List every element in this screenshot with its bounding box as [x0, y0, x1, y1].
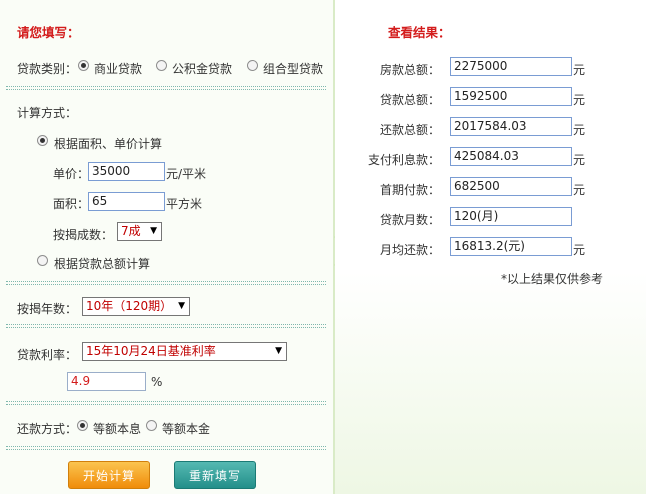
years-select[interactable]: 10年（120期） ▼ — [82, 297, 190, 316]
separator — [6, 86, 326, 90]
repay-radio-equal-principal[interactable] — [146, 420, 157, 431]
repay-label: 还款方式： — [17, 422, 78, 436]
result-monthly-field[interactable]: 16813.2(元) — [450, 237, 572, 256]
form-title: 请您填写： — [17, 25, 80, 40]
result-label-interest: 支付利息款： — [367, 153, 440, 167]
separator — [6, 324, 326, 328]
result-note: *以上结果仅供参考 — [501, 272, 604, 286]
calc-method-label: 计算方式： — [17, 106, 78, 120]
dropdown-arrow-icon: ▼ — [178, 301, 185, 311]
result-label-monthly: 月均还款： — [379, 243, 440, 257]
area-input[interactable]: 65 — [88, 192, 165, 211]
rate-select[interactable]: 15年10月24日基准利率 ▼ — [82, 342, 287, 361]
reset-form-button[interactable]: 重新填写 — [174, 461, 256, 489]
calc-method-radio-total[interactable] — [37, 255, 48, 266]
loan-type-commercial-label[interactable]: 商业贷款 — [94, 60, 142, 77]
calc-method-total-label[interactable]: 根据贷款总额计算 — [54, 255, 150, 272]
area-unit: 平方米 — [166, 197, 203, 211]
unit-price-input[interactable]: 35000 — [88, 162, 165, 181]
calc-method-area-label[interactable]: 根据面积、单价计算 — [54, 135, 162, 152]
start-calculate-button[interactable]: 开始计算 — [68, 461, 150, 489]
ratio-select[interactable]: 7成 ▼ — [117, 222, 162, 241]
loan-type-combined-label[interactable]: 组合型贷款 — [263, 60, 323, 77]
result-title: 查看结果： — [388, 25, 451, 40]
rate-label: 贷款利率： — [17, 348, 78, 362]
rate-percent-unit: % — [151, 375, 163, 389]
ratio-label: 按揭成数： — [53, 228, 114, 242]
repay-equal-installment-label[interactable]: 等额本息 — [93, 420, 141, 437]
loan-type-provident-label[interactable]: 公积金贷款 — [172, 60, 232, 77]
result-label-repay-total: 还款总额： — [379, 123, 440, 137]
result-label-house-total: 房款总额： — [379, 63, 440, 77]
result-unit: 元 — [573, 183, 586, 197]
unit-price-label: 单价： — [53, 167, 90, 181]
separator — [6, 401, 326, 405]
result-unit: 元 — [573, 243, 586, 257]
loan-type-radio-commercial[interactable] — [78, 60, 89, 71]
repay-radio-equal-installment[interactable] — [77, 420, 88, 431]
result-repay-total-field[interactable]: 2017584.03 — [450, 117, 572, 136]
rate-select-value: 15年10月24日基准利率 — [86, 344, 216, 358]
result-house-total-field[interactable]: 2275000 — [450, 57, 572, 76]
rate-percent-input[interactable]: 4.9 — [67, 372, 146, 391]
result-down-payment-field[interactable]: 682500 — [450, 177, 572, 196]
repay-equal-principal-label[interactable]: 等额本金 — [162, 420, 210, 437]
dropdown-arrow-icon: ▼ — [275, 346, 282, 356]
result-unit: 元 — [573, 153, 586, 167]
ratio-select-value: 7成 — [121, 224, 141, 238]
result-label-loan-total: 贷款总额： — [379, 93, 440, 107]
result-unit: 元 — [573, 63, 586, 77]
loan-type-label: 贷款类别： — [17, 62, 78, 76]
result-interest-field[interactable]: 425084.03 — [450, 147, 572, 166]
area-label: 面积： — [53, 197, 90, 211]
loan-type-radio-provident[interactable] — [156, 60, 167, 71]
result-months-field[interactable]: 120(月) — [450, 207, 572, 226]
years-select-value: 10年（120期） — [86, 299, 173, 313]
separator — [6, 281, 326, 285]
years-label: 按揭年数： — [17, 302, 78, 316]
result-unit: 元 — [573, 93, 586, 107]
unit-price-unit: 元/平米 — [166, 167, 207, 181]
input-panel: 请您填写： 贷款类别： 商业贷款 公积金贷款 组合型贷款 计算方式： 根据面积、… — [0, 0, 333, 494]
result-unit: 元 — [573, 123, 586, 137]
dropdown-arrow-icon: ▼ — [150, 226, 157, 236]
result-loan-total-field[interactable]: 1592500 — [450, 87, 572, 106]
result-label-down-payment: 首期付款： — [379, 183, 440, 197]
loan-type-radio-combined[interactable] — [247, 60, 258, 71]
separator — [6, 446, 326, 450]
result-label-months: 贷款月数： — [379, 213, 440, 227]
calc-method-radio-area[interactable] — [37, 135, 48, 146]
